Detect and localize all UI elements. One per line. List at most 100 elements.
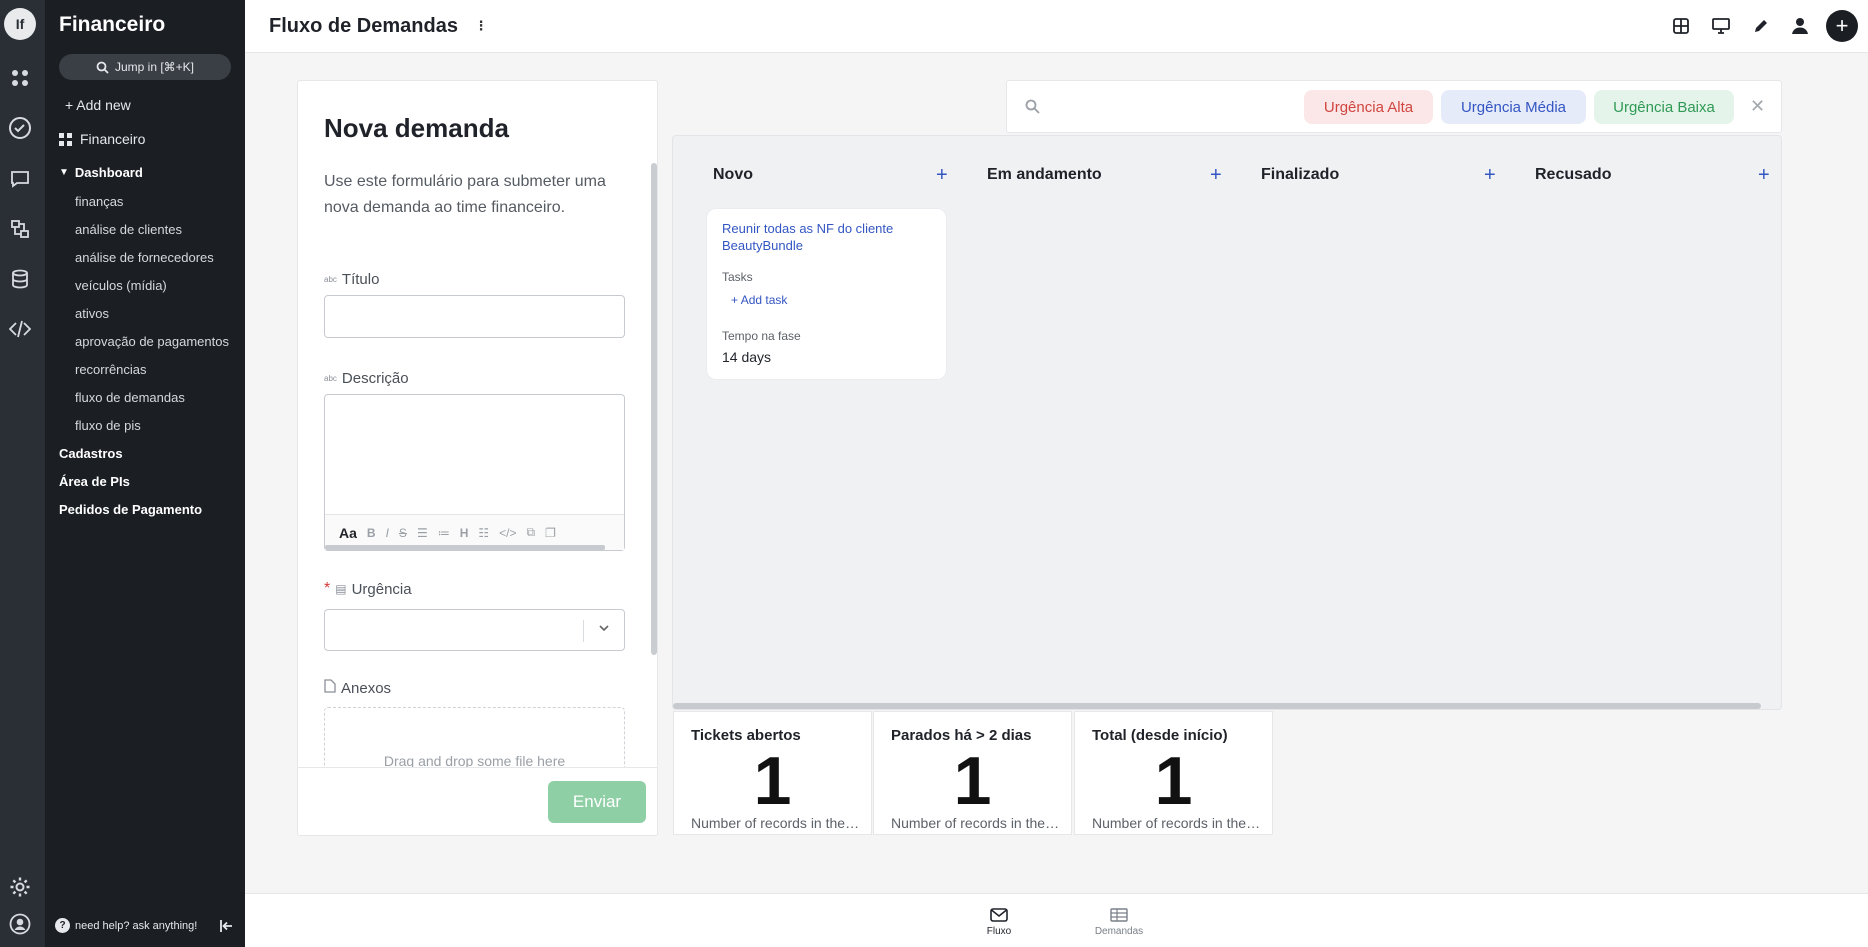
workspace-logo[interactable]: If (4, 8, 36, 40)
nav-tab-demandas[interactable]: Demandas (1089, 904, 1149, 937)
add-task-button[interactable]: + Add task (731, 293, 787, 307)
kanban-scrollbar[interactable] (673, 703, 1761, 709)
sidebar-item-dashboard[interactable]: ▼ Dashboard (59, 165, 143, 180)
user-icon[interactable] (1788, 14, 1812, 38)
clear-filters-icon[interactable]: ✕ (1750, 96, 1765, 117)
code-block-icon[interactable]: ⧉ (527, 525, 536, 540)
sidebar-item-financeiro[interactable]: Financeiro (59, 131, 145, 147)
sidebar-item-fluxo-pis[interactable]: fluxo de pis (75, 418, 235, 433)
stat-value: 1 (753, 743, 792, 819)
strikethrough-icon[interactable]: S (399, 526, 407, 540)
card-title[interactable]: Reunir todas as NF do cliente BeautyBund… (722, 220, 937, 254)
descricao-editor[interactable]: Aa B I S ☰ ≔ H ☷ </> ⧉ ❐ (324, 394, 625, 551)
bullet-list-icon[interactable]: ☰ (417, 526, 428, 540)
sidebar-item-ativos[interactable]: ativos (75, 306, 235, 321)
card-phase-value: 14 days (722, 349, 772, 365)
add-task-label: Add task (740, 293, 788, 307)
format-text-button[interactable]: Aa (339, 525, 357, 541)
add-new-button[interactable]: + Add new (65, 97, 131, 113)
column-header-recusado: Recusado (1535, 166, 1612, 183)
urgencia-label-text: Urgência (351, 580, 412, 598)
sidebar-item-fluxo-demandas[interactable]: fluxo de demandas (75, 390, 235, 405)
titulo-input[interactable] (324, 295, 625, 338)
sidebar-item-analise-clientes[interactable]: análise de clientes (75, 222, 235, 237)
plus-icon: + (1835, 13, 1849, 38)
top-bar: Fluxo de Demandas ⋮ + (245, 0, 1868, 53)
jump-label: Jump in [⌘+K] (114, 60, 195, 74)
sidebar-section-pedidos-pagamento[interactable]: Pedidos de Pagamento (59, 502, 202, 517)
filter-urgencia-baixa[interactable]: Urgência Baixa (1594, 90, 1734, 124)
chevron-down-icon[interactable] (598, 621, 610, 639)
sidebar-item-veiculos[interactable]: veículos (mídia) (75, 278, 235, 293)
sidebar-item-financas[interactable]: finanças (75, 194, 235, 209)
create-button[interactable]: + (1826, 10, 1858, 42)
kanban-board: Novo + Em andamento + Finalizado + Recus… (672, 135, 1782, 710)
kanban-card[interactable]: Reunir todas as NF do cliente BeautyBund… (706, 208, 947, 380)
text-field-icon: abc (324, 374, 337, 383)
form-scrollbar[interactable] (651, 163, 657, 655)
copy-icon[interactable]: ❐ (545, 526, 556, 540)
database-icon[interactable] (8, 267, 32, 291)
add-card-novo-icon[interactable]: + (936, 164, 948, 187)
bold-icon[interactable]: B (367, 526, 376, 540)
select-divider (583, 620, 584, 642)
heading-icon[interactable]: H (460, 526, 469, 540)
stat-description: Number of records in the table (891, 815, 1061, 831)
filter-urgencia-media[interactable]: Urgência Média (1441, 90, 1586, 124)
bottom-nav: Fluxo Demandas (245, 893, 1868, 947)
add-card-finalizado-icon[interactable]: + (1484, 164, 1496, 187)
text-field-icon: abc (324, 275, 337, 284)
collapse-sidebar-icon[interactable] (220, 920, 234, 935)
workflow-icon[interactable] (8, 217, 32, 241)
add-card-em-andamento-icon[interactable]: + (1210, 164, 1222, 187)
descricao-label-text: Descrição (341, 370, 409, 387)
submit-button[interactable]: Enviar (548, 781, 646, 823)
italic-icon[interactable]: I (386, 526, 389, 540)
urgencia-label: * ▤ Urgência (324, 580, 412, 598)
titulo-label: abc Título (324, 271, 379, 288)
add-new-label: Add new (76, 97, 131, 113)
help-link[interactable]: ? need help? ask anything! (55, 918, 197, 933)
profile-icon[interactable] (8, 912, 32, 936)
sidebar-item-label: Dashboard (74, 165, 143, 180)
jump-search[interactable]: Jump in [⌘+K] (59, 54, 231, 80)
filter-urgencia-alta[interactable]: Urgência Alta (1304, 90, 1433, 124)
sidebar-section-cadastros[interactable]: Cadastros (59, 446, 123, 461)
layout-icon[interactable] (1669, 14, 1693, 38)
table-icon (1089, 904, 1149, 926)
form-footer: Enviar (298, 767, 657, 835)
code-icon[interactable]: </> (499, 526, 516, 540)
indent-icon[interactable]: ☷ (478, 526, 489, 540)
card-phase-label: Tempo na fase (722, 329, 801, 343)
monitor-icon[interactable] (1709, 14, 1733, 38)
check-circle-icon[interactable] (8, 116, 32, 140)
form-title: Nova demanda (324, 113, 509, 143)
urgencia-select[interactable] (324, 609, 625, 651)
anexos-label-text: Anexos (341, 679, 392, 697)
sidebar: Financeiro Jump in [⌘+K] + Add new Finan… (45, 0, 245, 947)
column-header-em-andamento: Em andamento (987, 166, 1102, 183)
sidebar-item-analise-fornecedores[interactable]: análise de fornecedores (75, 250, 235, 265)
info-icon[interactable]: ⋮ (473, 18, 489, 34)
numbered-list-icon[interactable]: ≔ (438, 526, 450, 540)
stat-value: 1 (953, 743, 992, 819)
code-icon[interactable] (8, 317, 32, 341)
select-field-icon: ▤ (335, 582, 347, 596)
nav-tab-label: Demandas (1094, 926, 1144, 937)
settings-icon[interactable] (8, 875, 32, 899)
nav-tab-fluxo[interactable]: Fluxo (969, 904, 1029, 937)
editor-scrollbar[interactable] (325, 545, 605, 550)
help-icon: ? (55, 918, 70, 933)
sidebar-item-recorrencias[interactable]: recorrências (75, 362, 235, 377)
apps-icon[interactable] (8, 66, 32, 90)
titulo-label-text: Título (341, 271, 380, 288)
grid-icon (59, 132, 72, 146)
new-demand-form: Nova demanda Use este formulário para su… (297, 80, 658, 836)
sidebar-section-area-pis[interactable]: Área de PIs (59, 474, 130, 489)
sidebar-item-aprovacao-pagamentos[interactable]: aprovação de pagamentos (75, 334, 235, 349)
column-header-novo: Novo (713, 166, 753, 183)
chat-icon[interactable] (8, 167, 32, 191)
add-card-recusado-icon[interactable]: + (1758, 164, 1770, 187)
stat-description: Number of records in the table (1092, 815, 1262, 831)
edit-icon[interactable] (1749, 14, 1773, 38)
